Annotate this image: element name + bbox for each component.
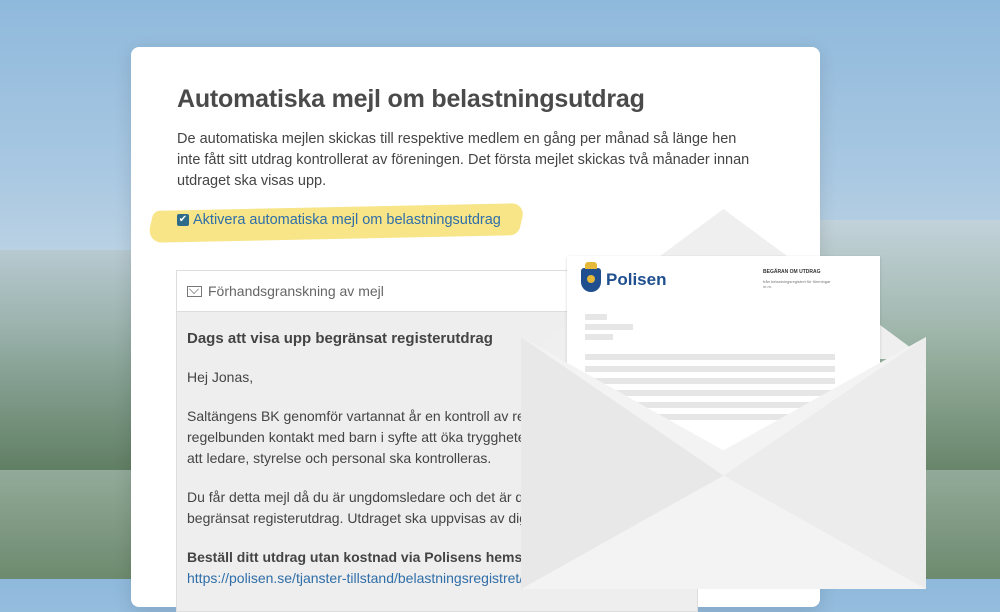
letter-line	[585, 334, 613, 340]
page-title: Automatiska mejl om belastningsutdrag	[177, 85, 645, 113]
settings-description: De automatiska mejlen skickas till respe…	[177, 131, 750, 189]
checkbox-label: Aktivera automatiska mejl om belastnings…	[193, 212, 501, 228]
crest-icon	[581, 262, 601, 292]
letter-subheading: från belastningsregistret för föreningar…	[763, 279, 831, 289]
letter-line	[585, 354, 835, 360]
letter-line	[585, 378, 835, 384]
preview-header-label: Förhandsgranskning av mejl	[208, 283, 384, 299]
letter-line	[585, 324, 633, 330]
auto-mail-toggle[interactable]: ✔ Aktivera automatiska mejl om belastnin…	[177, 212, 501, 228]
background-left	[0, 250, 140, 470]
envelope-illustration: Polisen BEGÄRAN OM UTDRAG från belastnin…	[521, 209, 926, 589]
letter-heading: BEGÄRAN OM UTDRAG	[763, 269, 821, 275]
letter-line	[585, 366, 835, 372]
checkbox-checked-icon[interactable]: ✔	[177, 214, 189, 226]
letter-line	[585, 314, 607, 320]
polisen-brand: Polisen	[606, 270, 667, 289]
envelope-icon	[187, 285, 202, 297]
polisen-logo: Polisen	[581, 262, 667, 292]
